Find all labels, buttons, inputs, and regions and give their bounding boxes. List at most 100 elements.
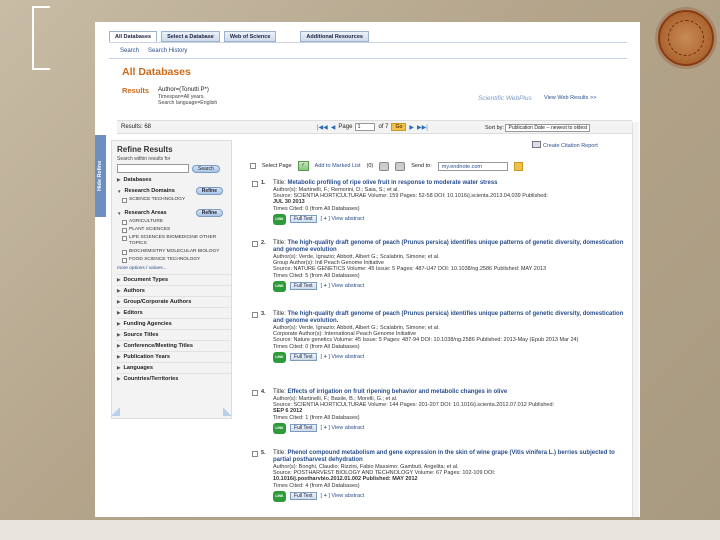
facet-document-types[interactable]: ▶ Document Types — [117, 274, 231, 285]
facet-authors[interactable]: ▶ Authors — [117, 285, 231, 296]
checkbox[interactable] — [122, 220, 127, 225]
view-abstract-link[interactable]: [ + ] View abstract — [321, 354, 365, 360]
view-web-results-link[interactable]: View Web Results >> — [544, 95, 596, 101]
tab-additional-resources[interactable]: Additional Resources — [300, 31, 369, 42]
full-text-button[interactable]: Full Text — [290, 282, 317, 291]
search-link[interactable]: Search — [120, 48, 139, 54]
record-title[interactable]: Title: Metabolic profiling of ripe olive… — [273, 180, 627, 187]
facet-editors[interactable]: ▶ Editors — [117, 307, 231, 318]
corner-right-icon — [223, 407, 232, 416]
facet-languages[interactable]: ▶ Languages — [117, 362, 231, 373]
slide-footer-band — [0, 520, 720, 540]
record-times-cited: Times Cited: 5 (from All Databases) — [273, 272, 360, 279]
tab-web-of-science[interactable]: Web of Science — [223, 31, 277, 42]
vertical-scrollbar[interactable] — [632, 122, 639, 517]
page-number-input[interactable]: 1 — [355, 123, 376, 131]
tab-all-databases[interactable]: All Databases — [109, 31, 158, 42]
checkbox[interactable] — [122, 228, 127, 233]
record-number: 4. — [261, 389, 266, 395]
go-button[interactable]: Go — [391, 123, 407, 131]
first-page-icon[interactable]: |◀◀ — [317, 124, 328, 131]
expand-icon: ▶ — [117, 321, 121, 326]
language-text: Search language=English — [158, 100, 218, 106]
refine-areas-button[interactable]: Refine — [195, 209, 223, 217]
facet-group-authors[interactable]: ▶ Group/Corporate Authors — [117, 296, 231, 307]
collapse-icon: ▼ — [117, 210, 122, 216]
sfx-link-icon[interactable]: LINK — [273, 213, 286, 225]
record-actions: LINK Full Text [ + ] View abstract — [273, 422, 627, 434]
next-page-icon[interactable]: ▶ — [409, 124, 414, 131]
sfx-link-icon[interactable]: LINK — [273, 490, 286, 502]
more-options-link[interactable]: more options / values... — [117, 266, 231, 271]
view-abstract-link[interactable]: [ + ] View abstract — [321, 425, 365, 431]
add-to-marked-list-link[interactable]: Add to Marked List — [315, 163, 361, 169]
prev-page-icon[interactable]: ◀ — [331, 124, 336, 131]
full-text-button[interactable]: Full Text — [290, 353, 317, 362]
print-icon[interactable] — [379, 161, 390, 171]
view-abstract-link[interactable]: [ + ] View abstract — [321, 216, 365, 222]
full-text-button[interactable]: Full Text — [290, 424, 317, 433]
facet-funding-agencies[interactable]: ▶ Funding Agencies — [117, 318, 231, 329]
record-checkbox[interactable] — [252, 390, 258, 396]
area-option[interactable]: BIOCHEMISTRY MOLECULAR BIOLOGY — [122, 249, 231, 255]
scientific-webplus-logo: Scientific WebPlus — [478, 95, 532, 102]
full-text-button[interactable]: Full Text — [290, 215, 317, 224]
expand-icon: ▶ — [117, 343, 121, 348]
record-times-cited: Times Cited: 4 (from All Databases) — [273, 482, 360, 489]
sfx-link-icon[interactable]: LINK — [273, 351, 286, 363]
record-title[interactable]: Title: The high-quality draft genome of … — [273, 240, 627, 254]
select-page-checkbox[interactable] — [250, 163, 256, 169]
record-checkbox[interactable] — [252, 241, 258, 247]
page-of-label: of 7 — [378, 124, 389, 130]
checkbox[interactable] — [122, 258, 127, 263]
sfx-link-icon[interactable]: LINK — [273, 422, 286, 434]
view-abstract-link[interactable]: [ + ] View abstract — [321, 283, 365, 289]
hide-refine-tab[interactable]: Hide Refine — [95, 135, 106, 217]
record-title[interactable]: Title: The high-quality draft genome of … — [273, 311, 627, 325]
select-page-label: Select Page — [262, 163, 292, 169]
area-option[interactable]: LIFE SCIENCES BIOMEDICINE OTHER TOPICS — [122, 235, 231, 247]
record-times-cited: Times Cited: 0 (from All Databases) — [273, 343, 360, 350]
facet-source-titles[interactable]: ▶ Source Titles — [117, 329, 231, 340]
last-page-icon[interactable]: ▶▶| — [417, 124, 428, 131]
area-option[interactable]: PLANT SCIENCES — [122, 227, 231, 233]
page-label: Page — [338, 124, 353, 130]
facet-conference-titles[interactable]: ▶ Conference/Meeting Titles — [117, 340, 231, 351]
create-citation-report-link[interactable]: Create Citation Report — [532, 141, 598, 149]
area-option[interactable]: FOOD SCIENCE TECHNOLOGY — [122, 257, 231, 263]
facet-countries[interactable]: ▶ Countries/Territories — [117, 373, 231, 384]
facet-databases[interactable]: ▶ Databases — [117, 177, 231, 183]
view-abstract-link[interactable]: [ + ] View abstract — [321, 493, 365, 499]
send-to-label: Send to: — [411, 163, 432, 169]
email-icon[interactable] — [395, 161, 406, 171]
refine-domains-button[interactable]: Refine — [195, 187, 223, 195]
expand-icon: ▶ — [117, 277, 121, 282]
record-actions: LINK Full Text [ + ] View abstract — [273, 490, 627, 502]
record-title[interactable]: Title: Effects of irrigation on fruit ri… — [273, 389, 627, 396]
facet-publication-years[interactable]: ▶ Publication Years — [117, 351, 231, 362]
send-to-select[interactable]: my.endnote.com — [437, 161, 508, 171]
record-checkbox[interactable] — [252, 451, 258, 457]
tab-select-database[interactable]: Select a Database — [161, 31, 220, 42]
checkbox[interactable] — [122, 236, 127, 241]
facet-research-domains[interactable]: ▼ Research Domains Refine — [117, 187, 231, 195]
search-history-link[interactable]: Search History — [148, 48, 187, 54]
area-option[interactable]: AGRICULTURE — [122, 219, 231, 225]
sort-select[interactable]: Publication Date -- newest to oldest — [505, 124, 591, 132]
marked-list-icon[interactable]: ✓ — [297, 161, 309, 171]
search-within-button[interactable]: Search — [192, 164, 220, 173]
record-checkbox[interactable] — [252, 181, 258, 187]
checkbox[interactable] — [122, 198, 127, 203]
send-go-button[interactable] — [513, 161, 523, 171]
checkbox[interactable] — [122, 250, 127, 255]
sfx-link-icon[interactable]: LINK — [273, 280, 286, 292]
domain-option[interactable]: SCIENCE TECHNOLOGY — [122, 197, 231, 203]
search-within-label: Search within results for — [117, 156, 171, 162]
search-query-summary: Author=(Tonutti P*) Timespan=All years. … — [158, 87, 217, 106]
search-within-input[interactable] — [117, 164, 189, 173]
facet-research-areas[interactable]: ▼ Research Areas Refine — [117, 209, 231, 217]
record-title[interactable]: Title: Phenol compound metabolism and ge… — [273, 450, 627, 464]
full-text-button[interactable]: Full Text — [290, 492, 317, 501]
record-checkbox[interactable] — [252, 312, 258, 318]
corner-left-icon — [111, 407, 120, 416]
